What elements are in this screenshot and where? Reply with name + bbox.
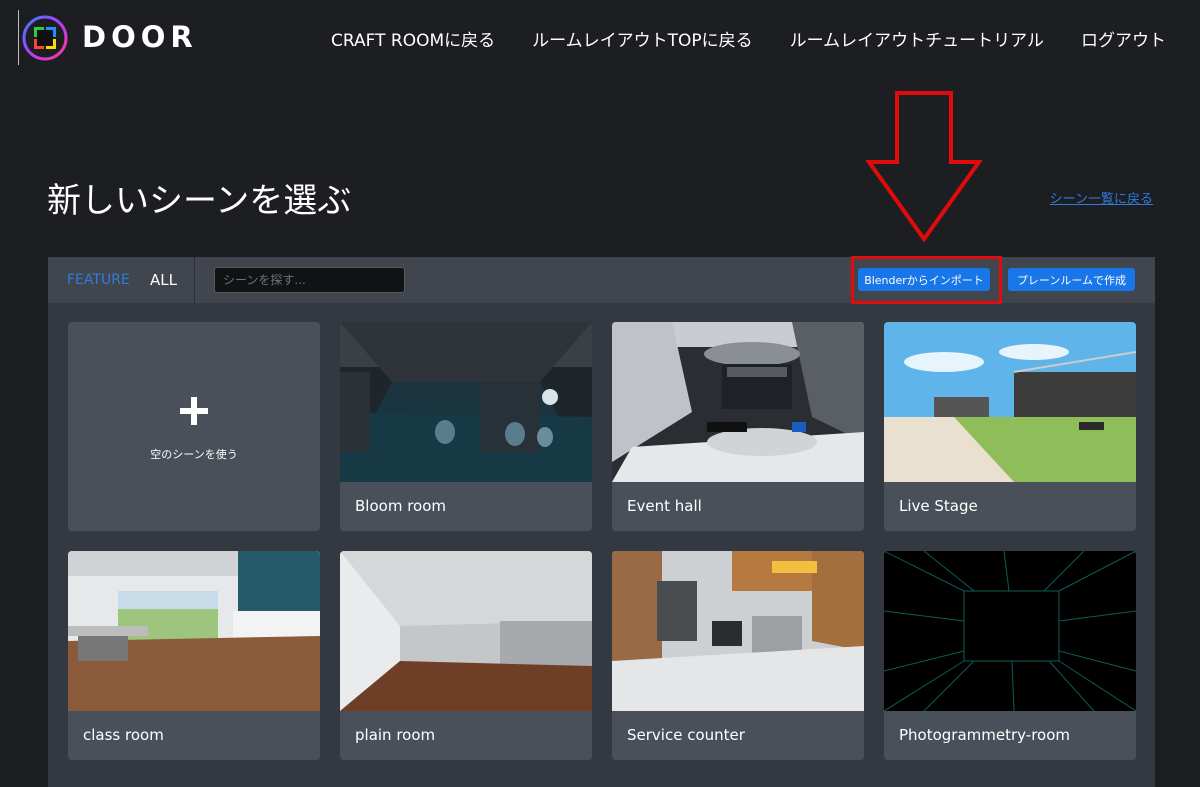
live-stage-thumbnail [884,322,1136,482]
back-to-scene-list-link[interactable]: シーン一覧に戻る [1050,188,1153,207]
scene-card-label: class room [83,726,164,744]
empty-scene-label: 空のシーンを使う [150,448,238,461]
plus-icon [180,397,208,425]
annotation-arrow-icon [866,91,982,242]
tab-all[interactable]: ALL [150,271,177,289]
scene-card-photogrammetry-room[interactable]: Photogrammetry-room [884,551,1136,760]
logo-divider [18,10,19,65]
scene-card-label: Bloom room [355,497,446,515]
class-room-thumbnail [68,551,320,711]
bloom-room-thumbnail [340,322,592,482]
empty-scene-card[interactable]: 空のシーンを使う [68,322,320,531]
tab-feature[interactable]: FEATURE [67,272,130,288]
scene-card-label: Event hall [627,497,702,515]
create-plane-room-button[interactable]: プレーンルームで作成 [1008,268,1135,291]
scene-card-live-stage[interactable]: Live Stage [884,322,1136,531]
scene-card-class-room[interactable]: class room [68,551,320,760]
page-title: 新しいシーンを選ぶ [47,181,352,221]
toolbar-divider [194,257,195,303]
nav-room-layout-tutorial[interactable]: ルームレイアウトチュートリアル [790,26,1044,51]
scene-card-label: Service counter [627,726,745,744]
door-logo-icon[interactable] [22,15,68,61]
nav-room-layout-top[interactable]: ルームレイアウトTOPに戻る [532,26,753,51]
photogrammetry-room-thumbnail [884,551,1136,711]
scene-card-event-hall[interactable]: Event hall [612,322,864,531]
top-header: DOOR CRAFT ROOMに戻る ルームレイアウトTOPに戻る ルームレイア… [0,0,1200,78]
annotation-highlight-box [851,256,1002,304]
nav-craft-room[interactable]: CRAFT ROOMに戻る [331,26,495,51]
brand-name[interactable]: DOOR [82,20,198,54]
scene-card-plain-room[interactable]: plain room [340,551,592,760]
main-nav: CRAFT ROOMに戻る ルームレイアウトTOPに戻る ルームレイアウトチュー… [331,26,1166,51]
scene-search-input[interactable] [214,267,405,293]
scene-card-service-counter[interactable]: Service counter [612,551,864,760]
event-hall-thumbnail [612,322,864,482]
scene-panel: FEATURE ALL Blenderからインポート プレーンルームで作成 空の… [48,257,1155,787]
service-counter-thumbnail [612,551,864,711]
scene-card-bloom-room[interactable]: Bloom room [340,322,592,531]
nav-logout[interactable]: ログアウト [1081,26,1166,51]
scene-card-label: Live Stage [899,497,978,515]
scene-card-label: plain room [355,726,436,744]
scene-card-label: Photogrammetry-room [899,726,1070,744]
plain-room-thumbnail [340,551,592,711]
